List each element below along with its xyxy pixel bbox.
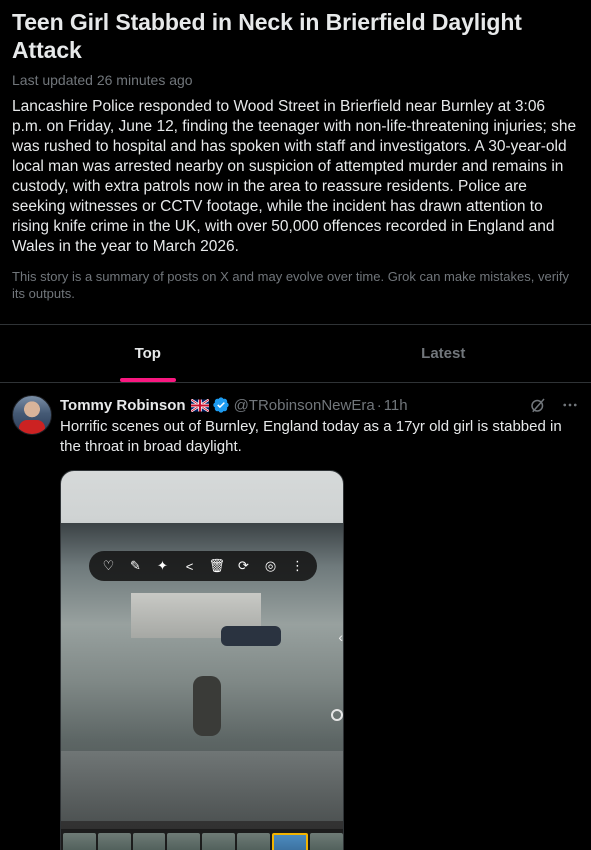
- post-video[interactable]: ♡ ✎ ✦ < 🗑 ⟳ ◎ ⋮ ‹: [60, 470, 344, 850]
- verified-badge-icon: [212, 397, 229, 413]
- rotate-icon: ⟳: [238, 558, 249, 573]
- avatar[interactable]: [12, 395, 52, 435]
- video-figure: [193, 676, 221, 736]
- post-time[interactable]: 11h: [384, 397, 408, 414]
- heart-icon: ♡: [102, 558, 115, 573]
- story-summary: Lancashire Police responded to Wood Stre…: [12, 98, 577, 255]
- film-thumb: [167, 833, 200, 850]
- kebab-icon: ⋮: [291, 558, 304, 573]
- post[interactable]: Tommy Robinson @TRobinsonNewEra · 11h Ho…: [0, 383, 591, 850]
- story-disclaimer: This story is a summary of posts on X an…: [12, 269, 570, 301]
- film-thumb: [310, 833, 343, 850]
- record-circle-icon: [331, 709, 343, 721]
- video-editor-toolbar: ♡ ✎ ✦ < 🗑 ⟳ ◎ ⋮: [89, 551, 317, 581]
- film-thumb: [236, 833, 270, 850]
- separator-dot: ·: [376, 396, 382, 414]
- tag-icon: ◎: [264, 558, 277, 573]
- tab-latest[interactable]: Latest: [296, 325, 591, 382]
- film-thumb: [63, 833, 96, 850]
- tab-top[interactable]: Top: [0, 325, 296, 382]
- author-name[interactable]: Tommy Robinson: [60, 397, 186, 414]
- tab-bar: Top Latest: [0, 325, 591, 382]
- share-icon: <: [185, 558, 194, 574]
- film-thumb: [97, 833, 131, 850]
- pencil-icon: ✎: [130, 558, 141, 573]
- story-title: Teen Girl Stabbed in Neck in Brierfield …: [12, 9, 522, 63]
- film-thumb-selected: [271, 833, 309, 850]
- active-tab-indicator: [119, 378, 176, 382]
- trash-icon: 🗑: [208, 558, 226, 573]
- post-text: Horrific scenes out of Burnley, England …: [60, 418, 562, 455]
- last-updated: Last updated 26 minutes ago: [12, 72, 193, 88]
- sparkle-icon: ✦: [157, 558, 168, 573]
- post-header: Tommy Robinson @TRobinsonNewEra · 11h: [60, 395, 579, 415]
- post-body: Tommy Robinson @TRobinsonNewEra · 11h Ho…: [60, 395, 579, 850]
- tab-top-label: Top: [134, 345, 161, 362]
- author-handle[interactable]: @TRobinsonNewEra: [234, 397, 375, 414]
- story-header: Teen Girl Stabbed in Neck in Brierfield …: [0, 0, 591, 302]
- tab-latest-label: Latest: [421, 345, 466, 362]
- video-road: [61, 751, 343, 821]
- film-thumb: [132, 833, 166, 850]
- chevron-left-icon: ‹: [338, 629, 343, 645]
- video-filmstrip: [61, 829, 343, 850]
- post-actions: [529, 396, 579, 414]
- film-thumb: [202, 833, 235, 850]
- uk-flag-icon: [190, 398, 209, 412]
- video-car: [221, 626, 281, 646]
- more-icon[interactable]: [561, 396, 579, 414]
- grok-icon[interactable]: [529, 396, 547, 414]
